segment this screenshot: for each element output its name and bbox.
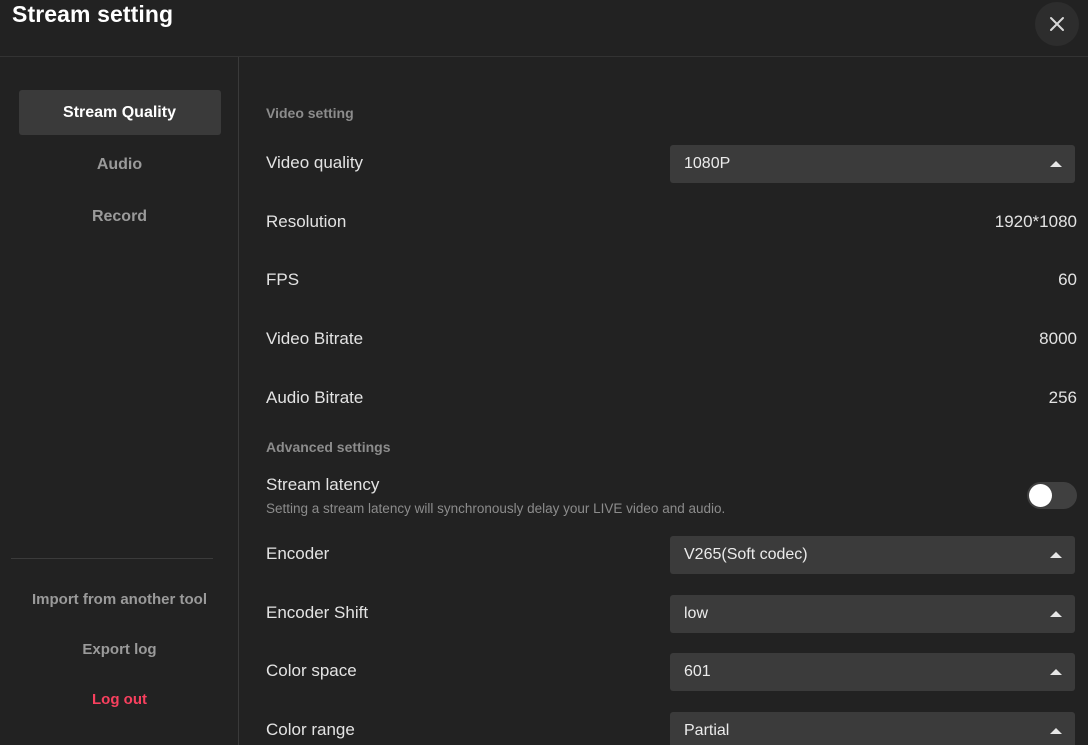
- chevron-up-icon: [1050, 728, 1062, 734]
- chevron-up-icon: [1050, 669, 1062, 675]
- dialog-header: Stream setting: [0, 0, 1088, 57]
- encoder-shift-label: Encoder Shift: [266, 603, 368, 623]
- video-bitrate-label: Video Bitrate: [266, 329, 363, 349]
- page-title: Stream setting: [12, 1, 173, 28]
- sidebar-nav: Stream Quality Audio Record: [0, 90, 239, 246]
- encoder-shift-value: low: [684, 595, 708, 633]
- resolution-value: 1920*1080: [995, 212, 1077, 232]
- sidebar-item-stream-quality[interactable]: Stream Quality: [19, 90, 221, 135]
- import-from-another-tool-button[interactable]: Import from another tool: [19, 575, 221, 625]
- fps-value: 60: [1058, 270, 1077, 290]
- import-label: Import from another tool: [32, 591, 207, 608]
- stream-latency-toggle[interactable]: [1027, 482, 1077, 509]
- sidebar-item-record[interactable]: Record: [19, 194, 221, 239]
- export-log-button[interactable]: Export log: [19, 625, 221, 675]
- sidebar-bottom-actions: Import from another tool Export log Log …: [0, 575, 239, 725]
- sidebar: Stream Quality Audio Record Import from …: [0, 57, 239, 745]
- advanced-settings-section-title: Advanced settings: [266, 439, 390, 455]
- color-range-dropdown[interactable]: Partial: [670, 712, 1075, 745]
- video-quality-label: Video quality: [266, 153, 363, 173]
- sidebar-item-label: Stream Quality: [63, 104, 176, 121]
- resolution-label: Resolution: [266, 212, 346, 232]
- chevron-up-icon: [1050, 161, 1062, 167]
- sidebar-item-label: Audio: [97, 156, 142, 173]
- color-range-label: Color range: [266, 720, 355, 740]
- encoder-label: Encoder: [266, 544, 329, 564]
- chevron-up-icon: [1050, 552, 1062, 558]
- fps-label: FPS: [266, 270, 299, 290]
- log-out-label: Log out: [92, 691, 147, 708]
- stream-latency-label: Stream latency: [266, 475, 379, 495]
- sidebar-item-label: Record: [92, 208, 147, 225]
- encoder-shift-dropdown[interactable]: low: [670, 595, 1075, 633]
- sidebar-divider: [11, 558, 213, 559]
- video-bitrate-value: 8000: [1039, 329, 1077, 349]
- audio-bitrate-value: 256: [1049, 388, 1077, 408]
- encoder-dropdown[interactable]: V265(Soft codec): [670, 536, 1075, 574]
- stream-latency-description: Setting a stream latency will synchronou…: [266, 501, 725, 516]
- chevron-up-icon: [1050, 611, 1062, 617]
- color-space-value: 601: [684, 653, 711, 691]
- stream-setting-dialog: Stream setting Stream Quality Audio Reco…: [0, 0, 1088, 745]
- color-range-value: Partial: [684, 712, 729, 745]
- close-icon: [1047, 14, 1067, 34]
- export-log-label: Export log: [82, 641, 156, 658]
- color-space-label: Color space: [266, 661, 357, 681]
- close-button[interactable]: [1035, 2, 1079, 46]
- log-out-button[interactable]: Log out: [19, 675, 221, 725]
- video-quality-value: 1080P: [684, 145, 730, 183]
- video-setting-section-title: Video setting: [266, 105, 354, 121]
- color-space-dropdown[interactable]: 601: [670, 653, 1075, 691]
- toggle-knob: [1029, 484, 1052, 507]
- audio-bitrate-label: Audio Bitrate: [266, 388, 363, 408]
- settings-panel: Video setting Video quality 1080P Resolu…: [240, 57, 1088, 745]
- encoder-value: V265(Soft codec): [684, 536, 808, 574]
- sidebar-item-audio[interactable]: Audio: [19, 142, 221, 187]
- video-quality-dropdown[interactable]: 1080P: [670, 145, 1075, 183]
